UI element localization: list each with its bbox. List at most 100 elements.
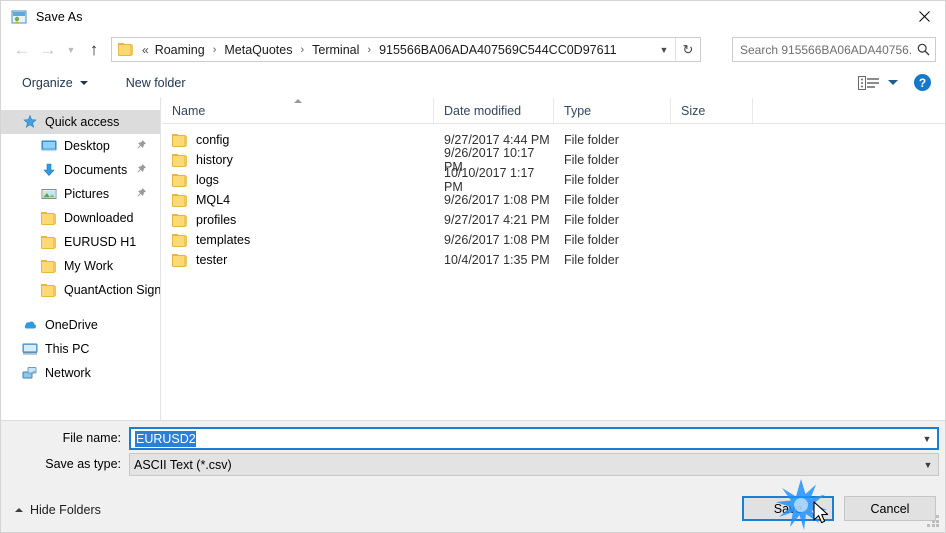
file-name-cell: tester — [162, 253, 434, 267]
breadcrumb-separator: › — [300, 43, 305, 56]
save-button[interactable]: Save — [742, 496, 834, 521]
column-header-size[interactable]: Size — [671, 98, 753, 123]
search-input[interactable]: Search 915566BA06ADA40756... — [740, 43, 911, 57]
folder-icon — [41, 234, 57, 250]
up-one-level-button[interactable]: ↑ — [81, 37, 107, 63]
sidebar-item-quantaction-signal[interactable]: QuantAction Signal — [1, 278, 160, 302]
date-modified-cell: 9/27/2017 4:21 PM — [444, 213, 550, 227]
chevron-up-icon — [15, 508, 23, 512]
pin-icon[interactable] — [136, 187, 148, 199]
type-cell: File folder — [564, 133, 619, 147]
table-row[interactable]: logs 10/10/2017 1:17 PM File folder — [162, 166, 945, 194]
address-dropdown-icon[interactable]: ▼ — [653, 38, 675, 61]
sidebar-item-network[interactable]: Network — [1, 361, 160, 385]
sidebar-item-label: QuantAction Signal — [64, 283, 161, 297]
file-name: profiles — [196, 213, 237, 227]
new-folder-label: New folder — [125, 75, 186, 90]
sidebar-item-downloaded[interactable]: Downloaded — [1, 206, 160, 230]
pin-icon[interactable] — [136, 139, 148, 151]
file-name: config — [196, 133, 230, 147]
view-layout-icon[interactable] — [858, 75, 880, 91]
resize-grip[interactable] — [927, 515, 940, 528]
table-row[interactable]: profiles 9/27/2017 4:21 PM File folder — [162, 210, 945, 230]
this-pc-icon — [22, 341, 38, 357]
file-name-label: File name: — [62, 431, 121, 445]
save-as-type-select[interactable]: ASCII Text (*.csv) ▼ — [129, 453, 939, 476]
help-icon[interactable]: ? — [914, 74, 931, 91]
sidebar-item-label: Downloaded — [64, 211, 134, 225]
file-list-pane: Name Date modified Type Size config 9/27… — [162, 98, 945, 420]
back-button[interactable]: ← — [9, 37, 35, 63]
date-modified-cell: 9/26/2017 1:08 PM — [444, 233, 550, 247]
save-as-dialog: Save As ← → ▼ ↑ « Roaming › MetaQuotes ›… — [0, 0, 946, 533]
sidebar-item-quick-access[interactable]: Quick access — [1, 110, 160, 134]
sidebar-item-label: Documents — [64, 163, 128, 177]
sidebar-item-my-work[interactable]: My Work — [1, 254, 160, 278]
sidebar-item-eurusd-h1[interactable]: EURUSD H1 — [1, 230, 160, 254]
sidebar-item-onedrive[interactable]: OneDrive — [1, 313, 160, 337]
column-label: Name — [172, 103, 206, 118]
view-dropdown-icon[interactable] — [888, 80, 898, 85]
up-arrow-icon: ↑ — [89, 40, 99, 59]
folder-icon — [172, 133, 188, 147]
title-bar: Save As — [1, 1, 945, 32]
recent-locations-button[interactable]: ▼ — [61, 37, 81, 63]
refresh-icon[interactable]: ↻ — [675, 38, 700, 61]
table-row[interactable]: config 9/27/2017 4:44 PM File folder — [162, 130, 945, 150]
folder-icon — [118, 43, 134, 56]
sidebar-item-pictures[interactable]: Pictures — [1, 182, 160, 206]
column-header-name[interactable]: Name — [162, 98, 434, 123]
breadcrumb-item-terminal-id[interactable]: 915566BA06ADA407569C544CC0D97611 — [376, 41, 619, 59]
forward-button[interactable]: → — [35, 37, 61, 63]
table-row[interactable]: MQL4 9/26/2017 1:08 PM File folder — [162, 190, 945, 210]
sidebar-item-documents[interactable]: Documents — [1, 158, 160, 182]
type-cell: File folder — [564, 233, 619, 247]
folder-icon — [172, 153, 188, 167]
column-header-type[interactable]: Type — [554, 98, 671, 123]
chevron-down-icon[interactable]: ▼ — [918, 460, 938, 470]
table-row[interactable]: history 9/26/2017 10:17 PM File folder — [162, 146, 945, 174]
new-folder-button[interactable]: New folder — [118, 72, 194, 94]
table-row[interactable]: templates 9/26/2017 1:08 PM File folder — [162, 230, 945, 250]
desktop-icon — [41, 138, 57, 154]
search-box[interactable]: Search 915566BA06ADA40756... — [732, 37, 936, 62]
file-name-input[interactable]: EURUSD2 ▼ — [129, 427, 939, 450]
table-row[interactable]: tester 10/4/2017 1:35 PM File folder — [162, 250, 945, 270]
column-label: Type — [564, 103, 592, 118]
sidebar-item-this-pc[interactable]: This PC — [1, 337, 160, 361]
date-modified-cell: 10/10/2017 1:17 PM — [444, 166, 535, 194]
window-title: Save As — [36, 9, 83, 24]
breadcrumb-item-metaquotes[interactable]: MetaQuotes — [221, 41, 295, 59]
pin-icon[interactable] — [136, 163, 148, 175]
address-bar[interactable]: « Roaming › MetaQuotes › Terminal › 9155… — [111, 37, 701, 62]
sidebar-item-label: Desktop — [64, 139, 110, 153]
save-as-icon — [11, 9, 27, 25]
sidebar-item-desktop[interactable]: Desktop — [1, 134, 160, 158]
cancel-button[interactable]: Cancel — [844, 496, 936, 521]
file-name-cell: config — [162, 133, 434, 147]
breadcrumb-item-terminal[interactable]: Terminal — [309, 41, 362, 59]
cancel-label: Cancel — [870, 501, 910, 516]
chevron-down-icon[interactable]: ▼ — [917, 434, 937, 444]
toolbar-right-group: ? — [858, 67, 939, 98]
organize-button[interactable]: Organize — [14, 72, 96, 94]
chevron-down-icon: ▼ — [66, 44, 76, 55]
type-cell: File folder — [564, 253, 619, 267]
close-icon[interactable] — [901, 1, 945, 31]
sidebar-item-label: OneDrive — [45, 318, 98, 332]
navigation-pane: Quick access Desktop Documents Pictures … — [1, 98, 161, 420]
breadcrumb-item-roaming[interactable]: Roaming — [152, 41, 208, 59]
file-name-cell: MQL4 — [162, 193, 434, 207]
back-arrow-icon: ← — [13, 40, 31, 59]
breadcrumb-overflow[interactable]: « — [139, 43, 152, 57]
organize-label: Organize — [22, 75, 73, 90]
hide-folders-button[interactable]: Hide Folders — [15, 503, 101, 517]
sidebar-item-label: Pictures — [64, 187, 110, 201]
type-cell: File folder — [564, 213, 619, 227]
file-name: templates — [196, 233, 251, 247]
file-name: tester — [196, 253, 228, 267]
column-header-date-modified[interactable]: Date modified — [434, 98, 554, 123]
type-cell: File folder — [564, 193, 619, 207]
sidebar-item-label: My Work — [64, 259, 114, 273]
sort-ascending-icon — [293, 99, 302, 103]
